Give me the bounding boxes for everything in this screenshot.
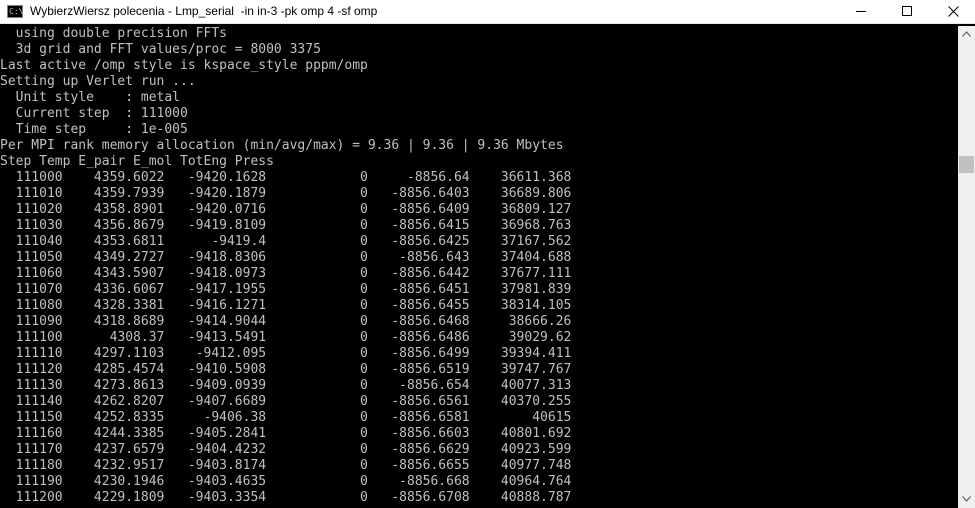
scroll-up-icon bbox=[962, 31, 971, 37]
console-line: 111010 4359.7939 -9420.1879 0 -8856.6403… bbox=[0, 186, 572, 201]
console-line: using double precision FFTs bbox=[0, 26, 227, 41]
console-line: 111100 4308.37 -9413.5491 0 -8856.6486 3… bbox=[0, 330, 572, 345]
console-line: 111090 4318.8689 -9414.9044 0 -8856.6468… bbox=[0, 314, 572, 329]
close-button[interactable] bbox=[930, 0, 975, 24]
console-window: C:\ WybierzWiersz polecenia - Lmp_serial… bbox=[0, 0, 975, 508]
console-line: 111130 4273.8613 -9409.0939 0 -8856.654 … bbox=[0, 378, 572, 393]
console-line: 111170 4237.6579 -9404.4232 0 -8856.6629… bbox=[0, 442, 572, 457]
console-line: Unit style : metal bbox=[0, 90, 181, 105]
console-line: 111160 4244.3385 -9405.2841 0 -8856.6603… bbox=[0, 426, 572, 441]
console-line: Last active /omp style is kspace_style p… bbox=[0, 58, 368, 73]
cmd-icon[interactable]: C:\ bbox=[7, 5, 23, 18]
console-line: Time step : 1e-005 bbox=[0, 122, 188, 137]
console-line: 111030 4356.8679 -9419.8109 0 -8856.6415… bbox=[0, 218, 572, 233]
console-line: 111000 4359.6022 -9420.1628 0 -8856.64 3… bbox=[0, 170, 572, 185]
scroll-thumb[interactable] bbox=[959, 156, 974, 173]
console-line: 111040 4353.6811 -9419.4 0 -8856.6425 37… bbox=[0, 234, 572, 249]
console-line: 111150 4252.8335 -9406.38 0 -8856.6581 4… bbox=[0, 410, 572, 425]
console-line: 111070 4336.6067 -9417.1955 0 -8856.6451… bbox=[0, 282, 572, 297]
close-icon bbox=[948, 6, 959, 17]
console-line: 111050 4349.2727 -9418.8306 0 -8856.643 … bbox=[0, 250, 572, 265]
title-bar[interactable]: C:\ WybierzWiersz polecenia - Lmp_serial… bbox=[0, 0, 975, 24]
scroll-down-icon bbox=[962, 496, 971, 502]
console-output[interactable]: using double precision FFTs 3d grid and … bbox=[0, 26, 958, 508]
console-line: 111110 4297.1103 -9412.095 0 -8856.6499 … bbox=[0, 346, 572, 361]
console-text: using double precision FFTs 3d grid and … bbox=[0, 26, 571, 506]
console-line: 111120 4285.4574 -9410.5908 0 -8856.6519… bbox=[0, 362, 572, 377]
window-title: WybierzWiersz polecenia - Lmp_serial -in… bbox=[30, 4, 378, 18]
scroll-up-button[interactable] bbox=[958, 26, 975, 43]
console-line: 111190 4230.1946 -9403.4635 0 -8856.668 … bbox=[0, 474, 572, 489]
console-line: Step Temp E_pair E_mol TotEng Press bbox=[0, 154, 274, 169]
console-line: 111180 4232.9517 -9403.8174 0 -8856.6655… bbox=[0, 458, 572, 473]
console-line: 111140 4262.8207 -9407.6689 0 -8856.6561… bbox=[0, 394, 572, 409]
vertical-scrollbar[interactable] bbox=[958, 26, 975, 508]
console-line: Current step : 111000 bbox=[0, 106, 188, 121]
console-line: 111020 4358.8901 -9420.0716 0 -8856.6409… bbox=[0, 202, 572, 217]
console-line: 111200 4229.1809 -9403.3354 0 -8856.6708… bbox=[0, 490, 572, 505]
console-line: Per MPI rank memory allocation (min/avg/… bbox=[0, 138, 564, 153]
console-line: 111060 4343.5907 -9418.0973 0 -8856.6442… bbox=[0, 266, 572, 281]
console-line: 111080 4328.3381 -9416.1271 0 -8856.6455… bbox=[0, 298, 572, 313]
minimize-button[interactable] bbox=[838, 0, 884, 24]
console-line: Setting up Verlet run ... bbox=[0, 74, 196, 89]
minimize-icon bbox=[856, 11, 866, 12]
console-line: 3d grid and FFT values/proc = 8000 3375 bbox=[0, 42, 321, 57]
maximize-button[interactable] bbox=[884, 0, 930, 24]
scroll-down-button[interactable] bbox=[958, 491, 975, 508]
maximize-icon bbox=[902, 6, 912, 16]
